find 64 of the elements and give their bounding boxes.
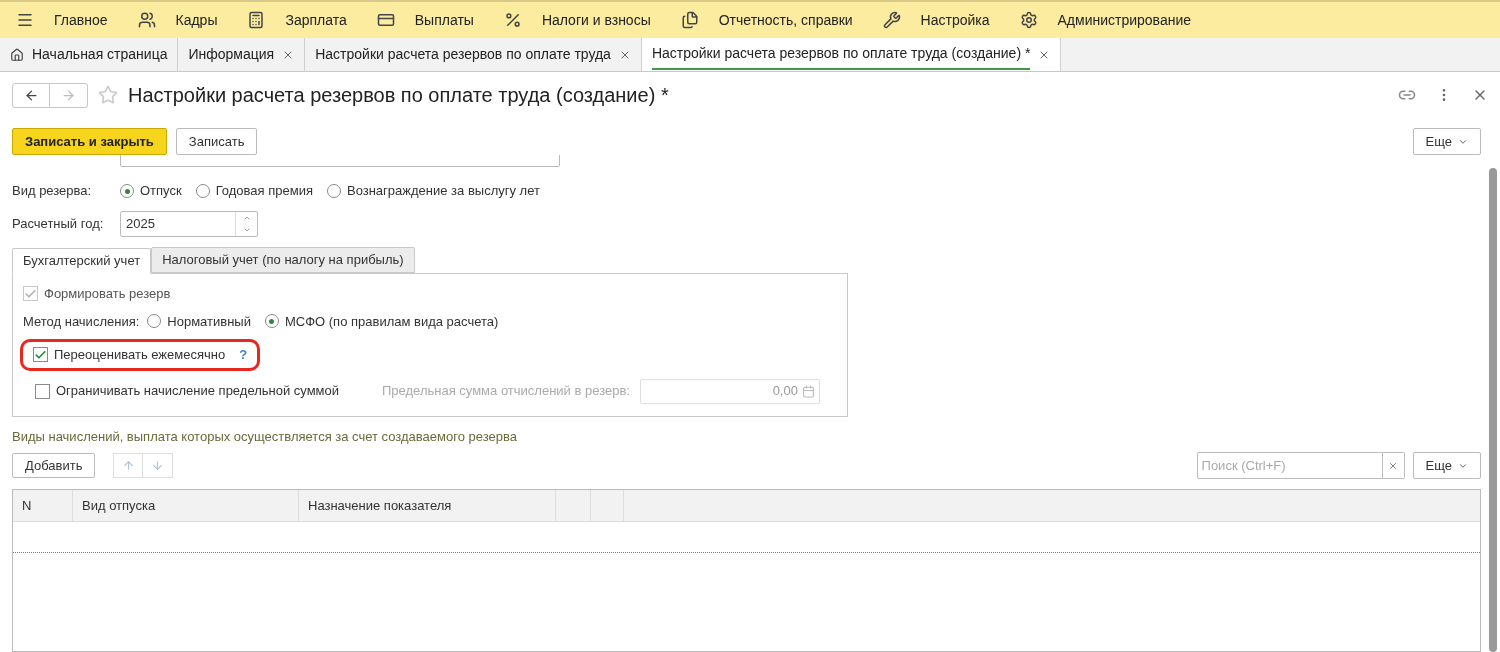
- radio-button[interactable]: [264, 314, 279, 329]
- field-label: Метод начисления:: [23, 312, 140, 331]
- settings-icon: [1019, 11, 1038, 29]
- tab[interactable]: Настройки расчета резервов по оплате труда: [305, 38, 642, 71]
- column-header[interactable]: Вид отпуска: [73, 490, 299, 521]
- home-icon: [10, 47, 24, 62]
- checkbox-label[interactable]: Переоценивать ежемесячно: [54, 345, 226, 365]
- field-label: Предельная сумма отчислений в резерв:: [382, 382, 630, 401]
- radio-label[interactable]: Нормативный: [167, 311, 251, 331]
- radio-label[interactable]: МСФО (по правилам вида расчета): [284, 311, 499, 331]
- radio-button[interactable]: [326, 184, 341, 198]
- more-button[interactable]: Еще: [1412, 452, 1481, 479]
- menu-item[interactable]: Главное: [54, 9, 108, 31]
- tab[interactable]: Информация: [178, 38, 306, 71]
- tab[interactable]: Начальная страница: [0, 38, 179, 71]
- menu-item[interactable]: Выплаты: [414, 9, 474, 31]
- clear-button[interactable]: [1382, 452, 1405, 479]
- radio-label[interactable]: Годовая премия: [215, 181, 313, 201]
- menu-icon: [16, 11, 34, 29]
- help-link[interactable]: ?: [239, 345, 248, 365]
- checkbox[interactable]: [33, 347, 48, 363]
- close-icon: [1388, 460, 1399, 471]
- column-header[interactable]: Назначение показателя: [299, 490, 556, 521]
- year-field[interactable]: 2025: [120, 211, 258, 237]
- tab[interactable]: Настройки расчета резервов по оплате труда (создание) *: [641, 38, 1062, 71]
- field-label: Вид резерва:: [12, 182, 93, 201]
- up-arrow-icon: [121, 459, 135, 472]
- save-close-button[interactable]: Записать и закрыть: [12, 128, 167, 155]
- star-icon: [98, 85, 118, 105]
- section-title: Виды начислений, выплата которых осуществляется за счет создаваемого резерва: [12, 427, 518, 446]
- menu-item[interactable]: Зарплата: [285, 9, 347, 31]
- menu-item[interactable]: Налоги и взносы: [541, 9, 651, 31]
- field-label: Расчетный год:: [12, 215, 105, 234]
- spin-down-icon: [242, 226, 251, 234]
- search-field[interactable]: Поиск (Ctrl+F): [1196, 452, 1383, 479]
- documents-icon: [680, 11, 699, 29]
- column-header[interactable]: N: [13, 490, 73, 521]
- menu-item[interactable]: Кадры: [175, 9, 218, 31]
- wrench-icon: [882, 11, 901, 29]
- more-button[interactable]: Еще: [1412, 128, 1481, 155]
- save-button[interactable]: Записать: [175, 128, 258, 155]
- tab[interactable]: Налоговый учет (по налогу на прибыль): [151, 247, 415, 273]
- menu-item[interactable]: Отчетность, справки: [718, 9, 853, 31]
- menu-item[interactable]: Администрирование: [1057, 9, 1191, 31]
- people-icon: [137, 11, 156, 29]
- back-arrow-icon: [23, 87, 39, 103]
- checkbox-label[interactable]: Ограничивать начисление предельной суммой: [56, 381, 366, 401]
- radio-button[interactable]: [195, 184, 210, 198]
- radio-button[interactable]: [147, 314, 162, 329]
- window-title: Настройки расчета резервов по оплате труда (создание) *: [128, 83, 669, 108]
- menu-item[interactable]: Настройка: [920, 9, 990, 31]
- radio-label[interactable]: Вознаграждение за выслугу лет: [346, 181, 540, 201]
- tab[interactable]: Бухгалтерский учет: [12, 248, 152, 274]
- move-up-button[interactable]: [113, 453, 144, 478]
- percent-icon: [503, 11, 522, 29]
- add-button[interactable]: Добавить: [12, 453, 96, 478]
- down-arrow-icon: [151, 459, 165, 472]
- forward-arrow-icon: [61, 87, 76, 103]
- back-button[interactable]: [12, 82, 50, 108]
- radio-label[interactable]: Отпуск: [140, 181, 182, 201]
- card-icon: [376, 11, 395, 29]
- checkbox[interactable]: [35, 383, 50, 399]
- spin-up-icon: [242, 214, 251, 222]
- radio-button[interactable]: [120, 184, 134, 198]
